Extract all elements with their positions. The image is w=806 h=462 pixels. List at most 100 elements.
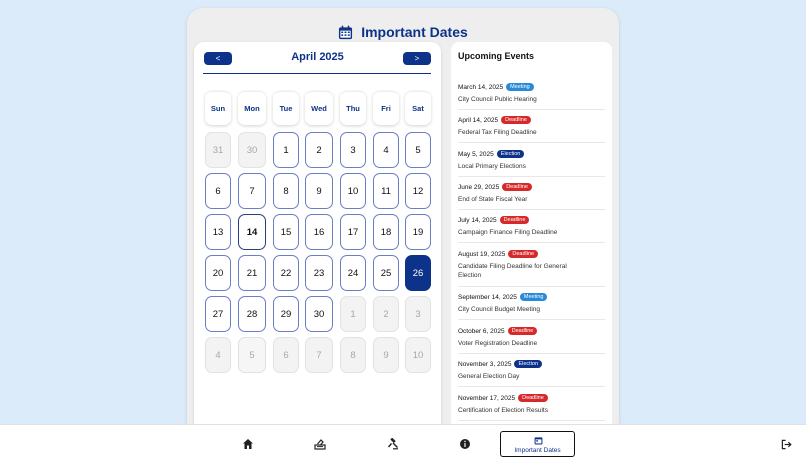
calendar-icon [339,24,353,39]
event-type-badge: Deadline [501,116,531,124]
calendar-day[interactable]: 26 [405,255,431,291]
calendar-day[interactable]: 31 [205,132,231,168]
calendar-day[interactable]: 13 [205,214,231,250]
info-icon[interactable] [459,438,471,450]
calendar-day[interactable]: 8 [273,173,299,209]
calendar-day[interactable]: 10 [340,173,366,209]
calendar-day[interactable]: 11 [373,173,399,209]
calendar-day[interactable]: 19 [405,214,431,250]
calendar-day[interactable]: 21 [238,255,266,291]
calendar-day[interactable]: 27 [205,296,231,332]
event-header: August 19, 2025 Deadline [458,250,605,258]
calendar-day[interactable]: 17 [340,214,366,250]
event-header: April 14, 2025 Deadline [458,116,605,124]
event-item: November 17, 2025 Deadline Certification o… [458,394,605,421]
event-description: Candidate Filing Deadline for General El… [458,263,567,279]
calendar-day[interactable]: 3 [340,132,366,168]
weekday-header: Sat [405,91,431,125]
event-type-badge: Meeting [519,293,548,301]
event-type-badge: Meeting [506,83,534,91]
event-item: July 14, 2025 Deadline Campaign Finance Fi… [458,216,605,243]
calendar-day[interactable]: 16 [305,214,333,250]
calendar-day[interactable]: 23 [305,255,333,291]
weekday-header: Thu [340,91,366,125]
event-date: May 5, 2025 [458,150,494,158]
calendar-card: < April 2025 > Sun Mon Tue Wed Thu Fri Sat 31 30… [194,42,441,434]
calendar-day[interactable]: 30 [305,296,333,332]
event-header: November 3, 2025 Election [458,360,605,368]
event-header: June 29, 2025 Deadline [458,183,605,191]
event-description: Campaign Finance Filing Deadline [458,229,558,236]
event-date: October 6, 2025 [458,327,505,335]
gavel-icon[interactable] [387,438,399,450]
page-title: Important Dates [361,24,468,40]
event-header: July 14, 2025 Deadline [458,216,605,224]
event-header: November 17, 2025 Deadline [458,394,605,402]
calendar-day[interactable]: 29 [273,296,299,332]
calendar-day[interactable]: 8 [340,337,366,373]
tab-important-dates[interactable]: Important Dates [500,431,575,457]
calendar-day[interactable]: 18 [373,214,399,250]
calendar-day[interactable]: 25 [373,255,399,291]
calendar-day[interactable]: 7 [238,173,266,209]
weekday-header: Sun [205,91,231,125]
calendar-day[interactable]: 30 [238,132,266,168]
event-header: March 14, 2025 Meeting [458,83,605,91]
upcoming-events-panel: Upcoming Events March 14, 2025 Meeting Cit… [451,42,612,434]
calendar-day[interactable]: 9 [305,173,333,209]
weekday-header: Mon [238,91,266,125]
event-item: August 19, 2025 Deadline Candidate Filing … [458,250,605,287]
month-divider [203,73,431,74]
bottom-nav: Important Dates [0,424,806,462]
event-description: City Council Public Hearing [458,96,537,103]
calendar-day[interactable]: 4 [373,132,399,168]
calendar-day[interactable]: 2 [373,296,399,332]
event-header: September 14, 2025 Meeting [458,293,605,301]
event-item: October 6, 2025 Deadline Voter Registratio… [458,327,605,354]
weekday-header: Tue [273,91,299,125]
calendar-day[interactable]: 6 [273,337,299,373]
event-type-badge: Deadline [518,394,548,402]
calendar-day[interactable]: 1 [340,296,366,332]
calendar-day[interactable]: 24 [340,255,366,291]
event-date: November 3, 2025 [458,360,512,368]
event-item: November 3, 2025 Election General Election… [458,360,605,387]
event-date: June 29, 2025 [458,183,500,191]
calendar-day[interactable]: 2 [305,132,333,168]
calendar-day[interactable]: 7 [305,337,333,373]
calendar-day[interactable]: 6 [205,173,231,209]
calendar-day[interactable]: 12 [405,173,431,209]
event-date: April 14, 2025 [458,116,499,124]
calendar-day[interactable]: 1 [273,132,299,168]
calendar-day[interactable]: 5 [238,337,266,373]
weekday-header: Wed [305,91,333,125]
event-item: May 5, 2025 Election Local Primary Electio… [458,150,605,177]
event-item: March 14, 2025 Meeting City Council Public… [458,83,605,110]
calendar-day[interactable]: 10 [405,337,431,373]
event-header: October 6, 2025 Deadline [458,327,605,335]
calendar-day[interactable]: 15 [273,214,299,250]
event-type-badge: Election [514,360,543,368]
calendar-day[interactable]: 14 [238,214,266,250]
calendar-day[interactable]: 22 [273,255,299,291]
calendar-day[interactable]: 5 [405,132,431,168]
upcoming-events-title: Upcoming Events [458,51,535,61]
logout-icon[interactable] [781,439,792,450]
event-item: September 14, 2025 Meeting City Council Bu… [458,293,605,320]
calendar-day[interactable]: 3 [405,296,431,332]
calendar-day[interactable]: 4 [205,337,231,373]
calendar-day[interactable]: 28 [238,296,266,332]
calendar-icon [534,437,543,445]
event-description: Certification of Election Results [458,407,548,414]
event-item: June 29, 2025 Deadline End of State Fiscal… [458,183,605,210]
calendar-day[interactable]: 20 [205,255,231,291]
ballot-box-icon[interactable] [314,438,326,450]
event-date: September 14, 2025 [458,293,517,301]
event-type-badge: Election [496,150,525,158]
next-month-button[interactable]: > [403,52,431,65]
event-description: End of State Fiscal Year [458,196,528,203]
home-icon[interactable] [242,438,254,450]
calendar-day[interactable]: 9 [373,337,399,373]
event-type-badge: Deadline [507,327,538,335]
event-description: General Election Day [458,373,520,380]
